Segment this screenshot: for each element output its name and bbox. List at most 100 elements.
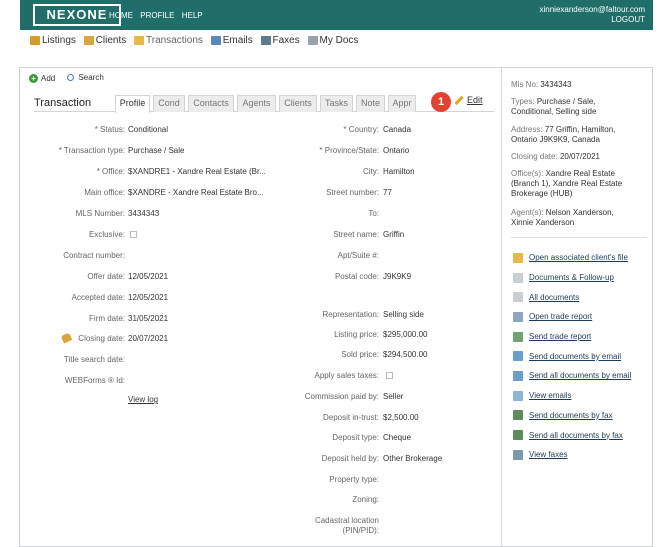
field-value: 20/07/2021 bbox=[128, 334, 169, 343]
link-open-client-file[interactable]: Open associated client's file bbox=[513, 248, 653, 268]
sales-tax-checkbox-wrap bbox=[386, 372, 393, 381]
field-label: Closing date: bbox=[78, 334, 125, 343]
add-icon: + bbox=[29, 74, 38, 83]
tab-contacts[interactable]: Contacts bbox=[188, 95, 234, 112]
main-nav-emails[interactable]: Emails bbox=[210, 35, 253, 46]
fax-icon bbox=[260, 36, 271, 45]
folder-icon bbox=[134, 36, 145, 45]
link-send-all-documents-fax[interactable]: Send all documents by fax bbox=[513, 425, 653, 445]
link-send-trade-report[interactable]: Send trade report bbox=[513, 327, 653, 347]
tab-agents[interactable]: Agents bbox=[237, 95, 276, 112]
action-bar: + Add Search bbox=[29, 73, 114, 83]
tabs-row: Transaction Profile Cond Contacts Agents… bbox=[34, 95, 494, 113]
summary-closing-date: Closing date: 20/07/2021 bbox=[511, 152, 647, 162]
link-label: Send trade report bbox=[529, 332, 592, 342]
field-value: Selling side bbox=[383, 310, 424, 319]
main-nav-transactions[interactable]: Transactions bbox=[134, 35, 203, 46]
main-nav-faxes[interactable]: Faxes bbox=[260, 35, 300, 46]
link-view-emails[interactable]: View emails bbox=[513, 386, 653, 406]
summary-value: 20/07/2021 bbox=[559, 152, 600, 161]
main-nav-listings[interactable]: Listings bbox=[30, 35, 76, 46]
add-label: Add bbox=[41, 74, 56, 83]
field-label: * Country: bbox=[343, 125, 379, 134]
nav-profile[interactable]: PROFILE bbox=[140, 11, 174, 20]
folder-open-icon bbox=[513, 252, 523, 263]
add-button[interactable]: + Add bbox=[29, 74, 55, 83]
summary-offices: Office(s): Xandre Real Estate (Branch 1),… bbox=[511, 169, 647, 199]
field-value: J9K9K9 bbox=[383, 272, 412, 281]
logout-link[interactable]: LOGOUT bbox=[539, 15, 645, 25]
tab-appr[interactable]: Appr bbox=[388, 95, 416, 112]
envelope-icon bbox=[210, 36, 221, 45]
field-value: $XANDRE1 - Xandre Real Estate (Br... bbox=[128, 167, 266, 176]
edit-link[interactable]: Edit bbox=[454, 95, 483, 105]
link-all-documents[interactable]: All documents bbox=[513, 287, 653, 307]
link-send-documents-email[interactable]: Send documents by email bbox=[513, 346, 653, 366]
tab-clients[interactable]: Clients bbox=[279, 95, 317, 112]
nav-home[interactable]: HOME bbox=[109, 11, 133, 20]
field-label: Apply sales taxes: bbox=[314, 371, 379, 380]
link-view-faxes[interactable]: View faxes bbox=[513, 445, 653, 465]
view-log-link[interactable]: View log bbox=[128, 395, 158, 404]
user-email: xinniexanderson@faltour.com bbox=[539, 5, 645, 14]
link-open-trade-report[interactable]: Open trade report bbox=[513, 307, 653, 327]
field-label: Exclusive: bbox=[88, 230, 125, 239]
link-label: Open trade report bbox=[529, 312, 593, 322]
main-nav-my-docs[interactable]: My Docs bbox=[307, 35, 358, 46]
link-send-all-documents-email[interactable]: Send all documents by email bbox=[513, 366, 653, 386]
field-label: * Transaction type: bbox=[58, 146, 125, 155]
sales-tax-checkbox[interactable] bbox=[386, 372, 393, 379]
tab-note[interactable]: Note bbox=[356, 95, 385, 112]
field-value: Other Brokerage bbox=[383, 454, 443, 463]
report-icon bbox=[513, 311, 523, 322]
fax-send-icon bbox=[513, 410, 523, 421]
summary-value: Conditional, Selling side bbox=[511, 107, 597, 116]
field-label: Street name: bbox=[333, 230, 379, 239]
send-report-icon bbox=[513, 331, 523, 342]
field-label: * Status: bbox=[94, 125, 125, 134]
field-label: Representation: bbox=[322, 310, 379, 319]
nav-help[interactable]: HELP bbox=[182, 11, 203, 20]
summary-address: Address: 77 Griffin, Hamilton, Ontario J9… bbox=[511, 125, 647, 145]
main-nav-label: Listings bbox=[42, 35, 76, 46]
field-label: MLS Number: bbox=[75, 209, 125, 218]
tab-cond[interactable]: Cond bbox=[153, 95, 185, 112]
tab-tasks[interactable]: Tasks bbox=[320, 95, 353, 112]
field-value: $XANDRE - Xandre Real Estate Bro... bbox=[128, 188, 264, 197]
summary-value: Nelson Xanderson, bbox=[545, 208, 614, 217]
field-label: Commission paid by: bbox=[304, 392, 379, 401]
fax-send-all-icon bbox=[513, 430, 523, 441]
field-label: * Office: bbox=[96, 167, 125, 176]
field-label: * Province/State: bbox=[319, 146, 379, 155]
exclusive-checkbox[interactable] bbox=[130, 231, 137, 238]
main-nav-label: Faxes bbox=[272, 35, 300, 46]
view-emails-icon bbox=[513, 390, 523, 401]
summary-value: Xinnie Xanderson bbox=[511, 218, 575, 227]
link-documents-follow-up[interactable]: Documents & Follow-up bbox=[513, 268, 653, 288]
view-faxes-icon bbox=[513, 449, 523, 460]
link-send-documents-fax[interactable]: Send documents by fax bbox=[513, 406, 653, 426]
field-label: Cadastral location bbox=[314, 516, 379, 525]
field-label: Main office: bbox=[84, 188, 125, 197]
tab-profile[interactable]: Profile bbox=[115, 95, 150, 113]
field-label: Listing price: bbox=[334, 330, 379, 339]
summary-label: Types: bbox=[511, 97, 535, 106]
tabs-title: Transaction bbox=[34, 97, 92, 109]
field-label: Postal code: bbox=[334, 272, 379, 281]
summary-value: 3434343 bbox=[540, 80, 572, 89]
nexone-logo[interactable]: NEXONE bbox=[33, 4, 121, 26]
link-label: View emails bbox=[529, 391, 572, 401]
field-value: 31/05/2021 bbox=[128, 314, 169, 323]
summary-value: Xandre Real Estate bbox=[545, 169, 615, 178]
bell-icon bbox=[60, 332, 73, 344]
field-label: Deposit in-trust: bbox=[322, 413, 379, 422]
search-button[interactable]: Search bbox=[67, 73, 104, 82]
summary-label: Closing date: bbox=[511, 152, 558, 161]
docs-icon bbox=[307, 36, 318, 45]
summary-value: 77 Griffin, Hamilton, bbox=[544, 125, 616, 134]
field-value: $2,500.00 bbox=[383, 413, 419, 422]
house-icon bbox=[30, 36, 40, 45]
callout-badge: 1 bbox=[431, 92, 451, 112]
summary-types: Types: Purchase / Sale, Conditional, Sell… bbox=[511, 97, 647, 117]
main-nav-clients[interactable]: Clients bbox=[83, 35, 126, 46]
